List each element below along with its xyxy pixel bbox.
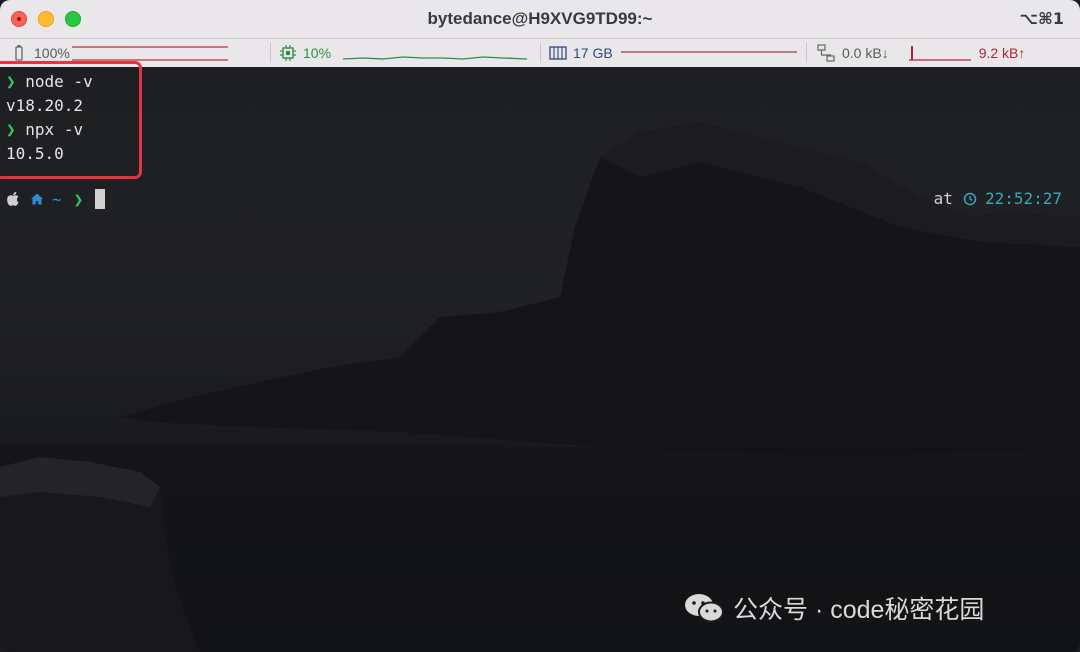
battery-graph [71,46,228,61]
window-title: bytedance@H9XVG9TD99:~ [427,9,653,28]
network-down: 0.0 kB↓ [842,45,889,61]
battery-percent: 100% [34,45,70,61]
cpu-percent: 10% [303,45,332,61]
cursor [95,189,106,209]
prompt-arrow: ❯ [73,189,84,209]
watermark: 公众号 · code秘密花园 [683,590,984,626]
terminal-window: bytedance@H9XVG9TD99:~ ⌥⌘1 100% 10% 17 G… [0,0,1080,652]
battery-icon [15,45,23,61]
memory-used: 17 GB [573,45,613,61]
watermark-text: 公众号 · code秘密花园 [733,596,985,624]
prompt-directory: ~ [52,189,62,209]
window-shortcut: ⌥⌘1 [1019,9,1064,28]
battery-segment: 100% [14,44,230,62]
network-segment: 0.0 kB↓ 9.2 kB↑ [817,44,1025,62]
memory-segment: 17 GB [549,44,799,62]
memory-icon [549,46,567,60]
status-bar: 100% 10% 17 GB 0.0 kB↓ 9.2 kB↑ [0,39,1080,67]
highlight-box [0,61,142,179]
network-icon [817,44,835,62]
clock-icon [963,192,977,205]
right-prompt-time: 22:52:27 [984,189,1062,208]
network-up: 9.2 kB↑ [978,45,1026,61]
cpu-segment: 10% [279,44,528,62]
apple-icon [7,191,19,206]
cpu-chip-icon [280,45,296,61]
wechat-icon [685,594,724,623]
memory-graph [620,51,797,53]
right-prompt: at 22:52:27 [934,189,1062,208]
terminal-area[interactable]: ❯ node -v v18.20.2 ❯ npx -v 10.5.0 ~ ❯ a… [0,61,1080,652]
right-prompt-prefix: at [933,189,953,208]
title-bar: bytedance@H9XVG9TD99:~ ⌥⌘1 [0,0,1080,39]
current-prompt: ~ ❯ [6,189,106,209]
home-icon [31,193,43,205]
cpu-graph [343,56,528,60]
network-graph [908,46,971,61]
background-landscape [0,122,1080,652]
